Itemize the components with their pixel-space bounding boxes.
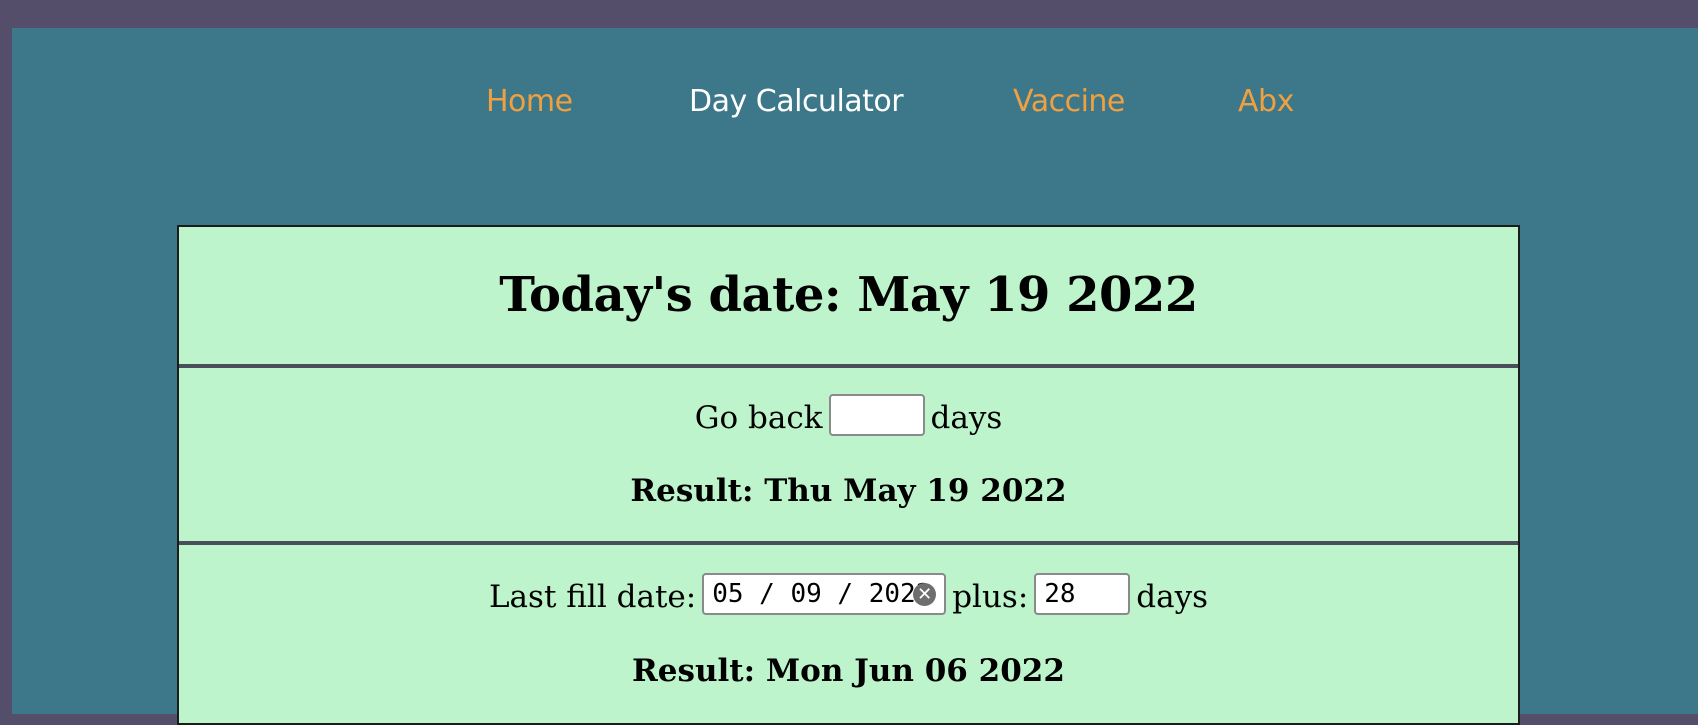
nav-link-vaccine[interactable]: Vaccine [1013,84,1125,119]
plus-days-label: days [1136,579,1209,615]
nav-link-abx[interactable]: Abx [1238,84,1294,119]
page-title: Today's date: May 19 2022 [499,267,1198,323]
last-fill-date-input[interactable]: 05 / 09 / 2022 ✕ [702,573,947,615]
plus-days-input[interactable]: 28 [1034,573,1131,615]
section-divider [179,541,1518,545]
last-fill-date-value: 05 / 09 / 2022 [712,579,932,609]
go-back-label: Go back [694,400,823,436]
go-back-row: Go back days [179,394,1518,439]
last-fill-result: Result: Mon Jun 06 2022 [632,653,1065,689]
top-nav: Home Day Calculator Vaccine Abx [0,84,1698,128]
nav-link-home[interactable]: Home [486,84,573,119]
go-back-days-label: days [930,400,1003,436]
go-back-result: Result: Thu May 19 2022 [630,473,1067,509]
clear-circle-icon[interactable]: ✕ [913,583,937,606]
last-fill-label: Last fill date: [488,579,697,615]
date-header-section: Today's date: May 19 2022 [179,227,1518,364]
go-back-days-input[interactable] [828,394,925,436]
last-fill-row: Last fill date: 05 / 09 / 2022 ✕ plus: 28 day… [179,573,1518,618]
calculator-card: Today's date: May 19 2022 Go back days Re… [177,225,1520,725]
section-divider [179,364,1518,368]
plus-label: plus: [952,579,1029,615]
nav-link-day-calculator[interactable]: Day Calculator [689,84,904,119]
